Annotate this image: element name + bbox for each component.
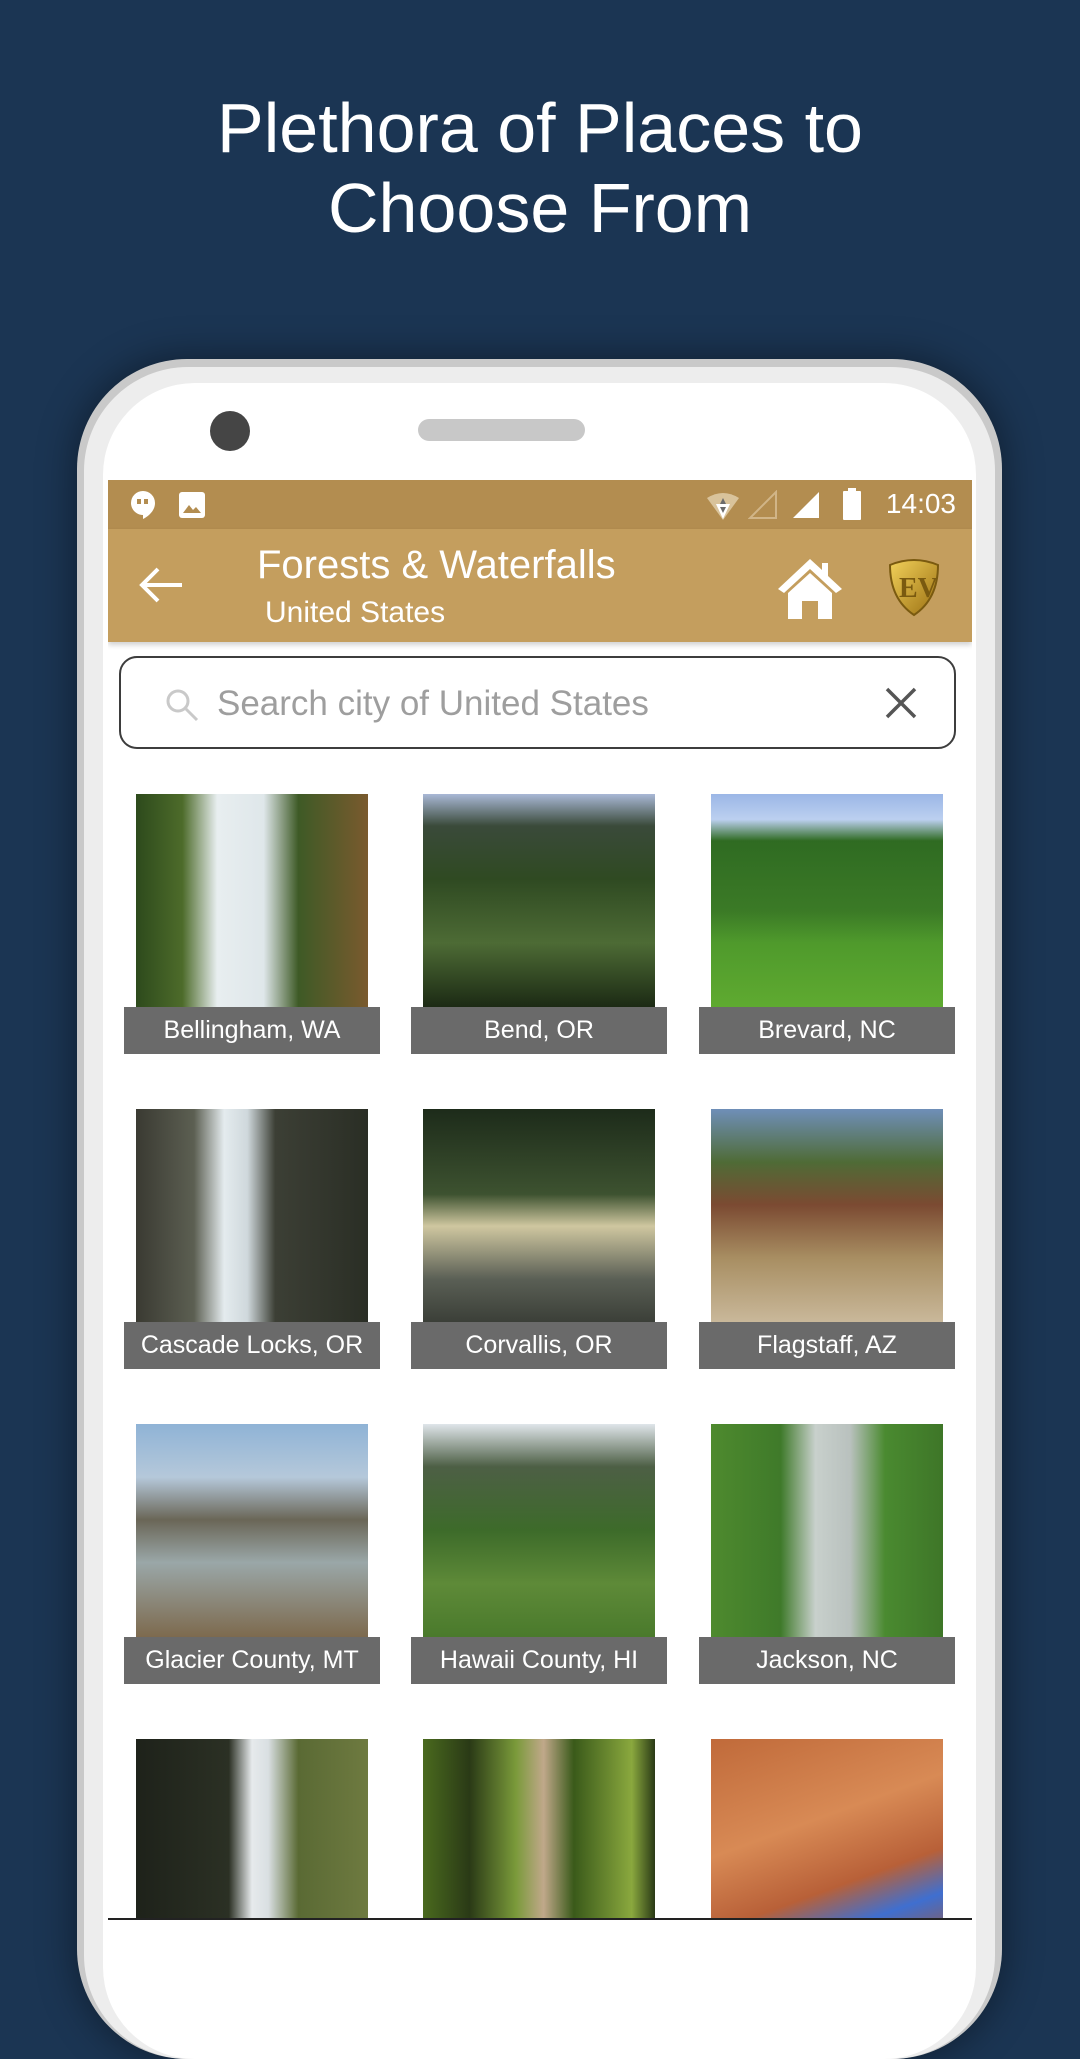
promo-headline-line2: Choose From <box>327 169 753 247</box>
close-icon[interactable] <box>884 686 918 720</box>
place-photo <box>423 794 655 1007</box>
place-label: Jackson, NC <box>699 1637 955 1684</box>
place-photo <box>136 1739 368 1920</box>
hangouts-icon <box>131 491 155 519</box>
place-photo <box>423 1109 655 1322</box>
place-card[interactable]: Bellingham, WA <box>124 794 380 1054</box>
place-label: Brevard, NC <box>699 1007 955 1054</box>
place-card[interactable]: Bend, OR <box>411 794 667 1054</box>
place-photo <box>136 794 368 1007</box>
place-label: Glacier County, MT <box>124 1637 380 1684</box>
image-icon <box>179 492 205 518</box>
search-input[interactable] <box>215 676 819 732</box>
place-card[interactable] <box>124 1739 380 1920</box>
app-screen: 14:03 Forests & Waterfalls United States… <box>108 480 972 1920</box>
back-arrow-icon[interactable] <box>138 565 184 605</box>
ev-logo-icon: EV <box>888 559 940 617</box>
place-photo <box>423 1739 655 1920</box>
place-label: Cascade Locks, OR <box>124 1322 380 1369</box>
search-bar <box>119 656 956 749</box>
search-icon <box>166 689 199 722</box>
place-card[interactable] <box>411 1739 667 1920</box>
wifi-icon <box>707 493 739 520</box>
place-photo <box>711 794 943 1007</box>
toolbar-title: Forests & Waterfalls <box>257 543 616 587</box>
place-label: Bend, OR <box>411 1007 667 1054</box>
place-card[interactable]: Flagstaff, AZ <box>699 1109 955 1369</box>
place-label: Hawaii County, HI <box>411 1637 667 1684</box>
promo-headline: Plethora of Places to Choose From <box>0 88 1080 248</box>
place-card[interactable]: Cascade Locks, OR <box>124 1109 380 1369</box>
place-card[interactable]: Hawaii County, HI <box>411 1424 667 1684</box>
place-photo <box>711 1739 943 1920</box>
place-photo <box>136 1424 368 1637</box>
place-photo <box>423 1424 655 1637</box>
place-card[interactable] <box>699 1739 955 1920</box>
place-photo <box>136 1109 368 1322</box>
signal-icon <box>793 492 819 518</box>
phone-speaker <box>418 419 585 441</box>
status-time: 14:03 <box>885 488 956 519</box>
home-icon[interactable] <box>776 557 844 619</box>
place-card[interactable]: Corvallis, OR <box>411 1109 667 1369</box>
place-label: Corvallis, OR <box>411 1322 667 1369</box>
place-photo <box>711 1109 943 1322</box>
promo-headline-line1: Plethora of Places to <box>217 89 863 167</box>
signal-empty-icon <box>748 490 777 519</box>
toolbar-subtitle: United States <box>265 596 446 629</box>
logo-text: EV <box>899 573 938 604</box>
place-card[interactable]: Jackson, NC <box>699 1424 955 1684</box>
place-card[interactable]: Glacier County, MT <box>124 1424 380 1684</box>
place-label: Flagstaff, AZ <box>699 1322 955 1369</box>
app-toolbar: Forests & Waterfalls United States EV <box>108 529 972 642</box>
status-bar: 14:03 <box>108 480 972 529</box>
phone-camera <box>210 411 250 451</box>
battery-icon <box>843 488 861 520</box>
place-photo <box>711 1424 943 1637</box>
place-card[interactable]: Brevard, NC <box>699 794 955 1054</box>
place-label: Bellingham, WA <box>124 1007 380 1054</box>
